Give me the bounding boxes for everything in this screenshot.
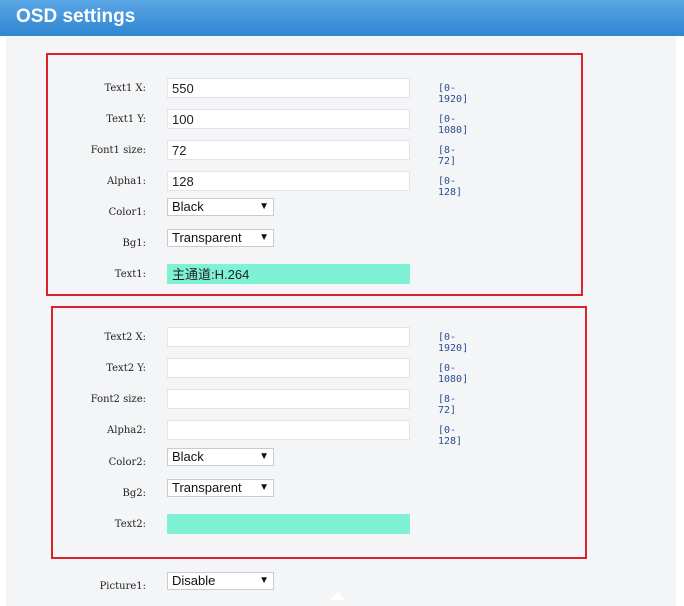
header-bar: OSD settings — [0, 0, 684, 36]
color2-select-value: Black — [172, 449, 204, 464]
color1-label: Color1: — [108, 207, 146, 218]
picture1-label: Picture1: — [99, 581, 146, 592]
text2-input[interactable] — [167, 514, 410, 534]
font1-size-label: Font1 size: — [90, 145, 146, 156]
alpha1-range: [0-128] — [438, 176, 463, 198]
text1-input[interactable]: 主通道:H.264 — [167, 264, 410, 284]
font2-size-range: [8-72] — [438, 394, 457, 416]
bottom-notch — [330, 592, 346, 600]
text1-x-range: [0-1920] — [438, 83, 469, 105]
text2-y-label: Text2 Y: — [106, 363, 146, 374]
text1-y-input[interactable]: 100 — [167, 109, 410, 129]
text1-y-label: Text1 Y: — [106, 114, 146, 125]
alpha2-input[interactable] — [167, 420, 410, 440]
chevron-down-icon: ▼ — [259, 451, 269, 462]
picture1-select[interactable]: Disable ▼ — [167, 572, 274, 590]
font1-size-input[interactable]: 72 — [167, 140, 410, 160]
bg2-select-value: Transparent — [172, 480, 242, 495]
picture1-select-value: Disable — [172, 573, 216, 588]
text1-label: Text1: — [114, 269, 146, 280]
color2-select[interactable]: Black ▼ — [167, 448, 274, 466]
bg2-label: Bg2: — [122, 488, 146, 499]
bg1-select-value: Transparent — [172, 230, 242, 245]
alpha2-label: Alpha2: — [107, 425, 146, 436]
font2-size-label: Font2 size: — [90, 394, 146, 405]
color2-label: Color2: — [108, 457, 146, 468]
chevron-down-icon: ▼ — [259, 232, 269, 243]
chevron-down-icon: ▼ — [259, 575, 269, 586]
text2-x-label: Text2 X: — [104, 332, 147, 343]
color1-select-value: Black — [172, 199, 204, 214]
color1-select[interactable]: Black ▼ — [167, 198, 274, 216]
text2-x-range: [0-1920] — [438, 332, 469, 354]
page-title: OSD settings — [16, 6, 136, 27]
text2-x-input[interactable] — [167, 327, 410, 347]
chevron-down-icon: ▼ — [259, 201, 269, 212]
font2-size-input[interactable] — [167, 389, 410, 409]
text2-y-input[interactable] — [167, 358, 410, 378]
alpha1-label: Alpha1: — [107, 176, 146, 187]
alpha2-range: [0-128] — [438, 425, 463, 447]
text1-x-input[interactable]: 550 — [167, 78, 410, 98]
text2-y-range: [0-1080] — [438, 363, 469, 385]
text1-x-label: Text1 X: — [104, 83, 147, 94]
text1-y-range: [0-1080] — [438, 114, 469, 136]
bg1-label: Bg1: — [122, 238, 146, 249]
chevron-down-icon: ▼ — [259, 482, 269, 493]
bg1-select[interactable]: Transparent ▼ — [167, 229, 274, 247]
font1-size-range: [8-72] — [438, 145, 457, 167]
alpha1-input[interactable]: 128 — [167, 171, 410, 191]
bg2-select[interactable]: Transparent ▼ — [167, 479, 274, 497]
text2-label: Text2: — [114, 519, 146, 530]
